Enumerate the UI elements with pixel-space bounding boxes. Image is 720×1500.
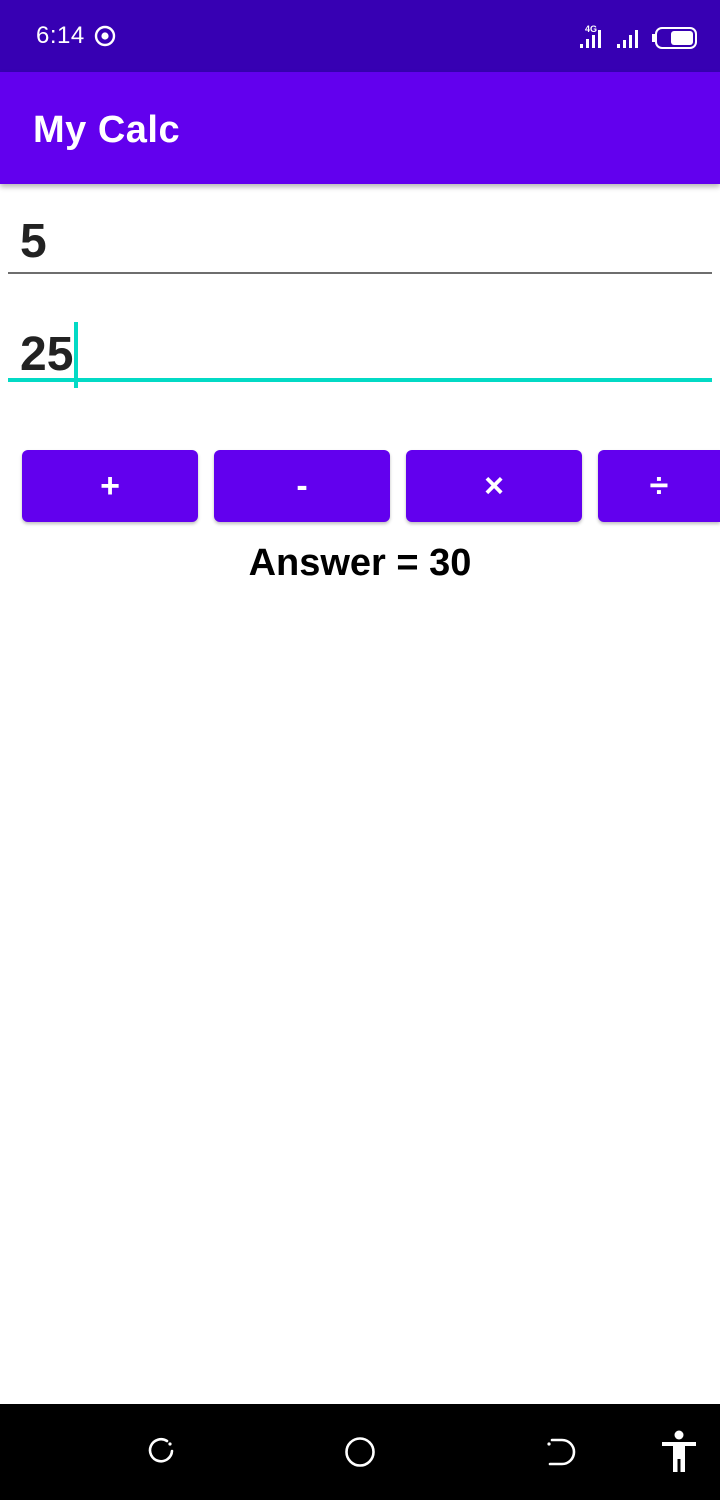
subtract-label: - bbox=[296, 467, 308, 505]
first-number-underline bbox=[8, 272, 712, 274]
add-button[interactable]: + bbox=[22, 450, 198, 522]
recents-icon[interactable] bbox=[146, 1434, 176, 1468]
answer-text: Answer = 30 bbox=[248, 542, 472, 584]
status-bar: 6:14 4G bbox=[0, 0, 720, 72]
app-bar: My Calc bbox=[0, 72, 720, 184]
navigation-bar bbox=[0, 1404, 720, 1500]
back-icon[interactable] bbox=[544, 1434, 576, 1468]
focus-mode-icon bbox=[94, 25, 116, 47]
network-type-label: 4G bbox=[585, 24, 597, 34]
app-title: My Calc bbox=[33, 109, 181, 151]
subtract-button[interactable]: - bbox=[214, 450, 390, 522]
second-number-underline bbox=[8, 378, 712, 382]
second-number-field[interactable]: 25 bbox=[8, 312, 712, 388]
battery-icon bbox=[652, 27, 697, 49]
second-number-value: 25 bbox=[20, 328, 74, 381]
status-time: 6:14 bbox=[36, 22, 85, 49]
add-label: + bbox=[100, 467, 120, 505]
signal-icon bbox=[617, 30, 638, 48]
first-number-field[interactable]: 5 bbox=[8, 204, 712, 274]
multiply-label: × bbox=[484, 467, 504, 505]
divide-button[interactable]: ÷ bbox=[598, 450, 720, 522]
accessibility-icon[interactable] bbox=[660, 1430, 698, 1474]
status-indicators: 4G bbox=[578, 22, 698, 50]
signal-4g-icon: 4G bbox=[580, 24, 601, 48]
multiply-button[interactable]: × bbox=[406, 450, 582, 522]
first-number-value: 5 bbox=[20, 215, 47, 268]
home-icon[interactable] bbox=[344, 1434, 376, 1468]
divide-label: ÷ bbox=[649, 467, 669, 505]
calculator-screen: 6:14 4G My Calc 5 25 + - × ÷ Answer = 30 bbox=[0, 0, 720, 1500]
